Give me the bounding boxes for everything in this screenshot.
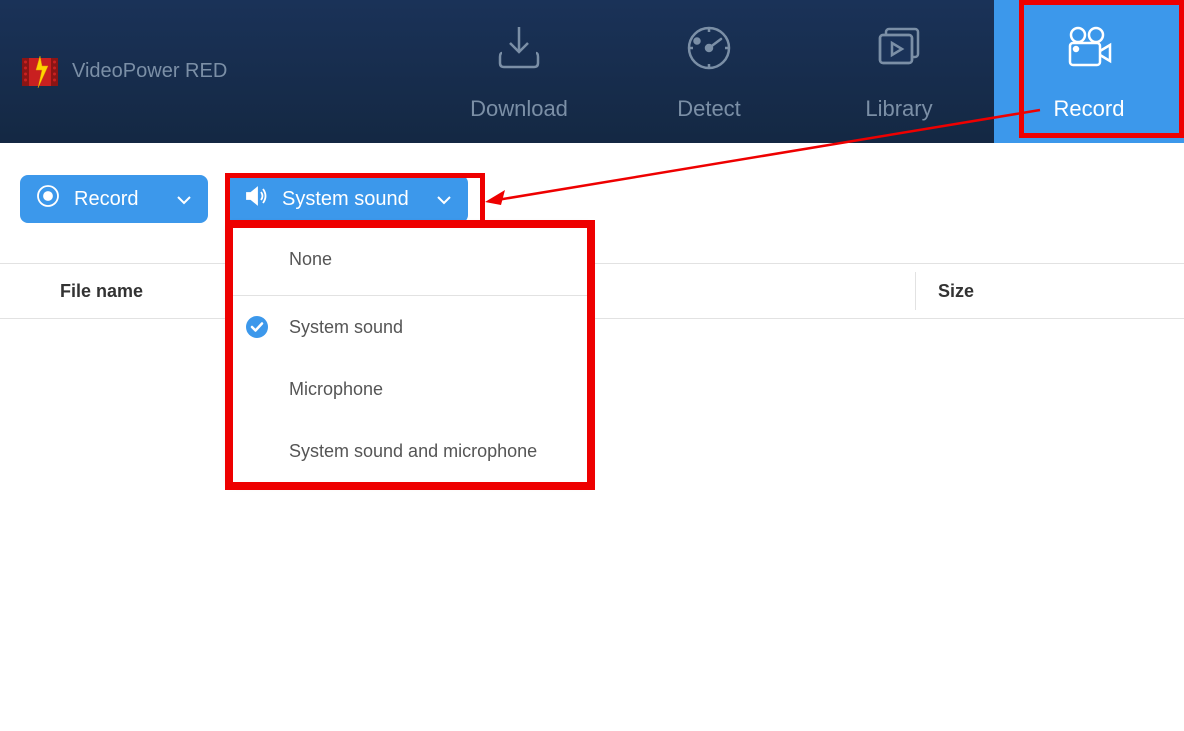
nav-tab-download[interactable]: Download: [424, 0, 614, 143]
chevron-down-icon: [436, 188, 452, 211]
record-button[interactable]: Record: [20, 175, 208, 223]
toolbar: Record System sound: [0, 143, 1184, 223]
dropdown-option-microphone[interactable]: Microphone: [229, 358, 589, 420]
column-size[interactable]: Size: [938, 281, 974, 302]
detect-icon: [682, 21, 736, 80]
nav-tab-label: Library: [865, 96, 932, 122]
nav-tabs: Download Detect: [424, 0, 1184, 143]
nav-tab-record[interactable]: Record: [994, 0, 1184, 143]
record-camera-icon: [1062, 21, 1116, 80]
dropdown-option-system-sound[interactable]: System sound: [229, 296, 589, 358]
sound-dropdown: None System sound Microphone System soun…: [229, 224, 589, 482]
column-filename[interactable]: File name: [60, 281, 143, 302]
dropdown-option-label: None: [289, 249, 332, 270]
app-title: VideoPower RED: [72, 60, 227, 83]
sound-source-button[interactable]: System sound: [228, 175, 468, 223]
nav-tab-library[interactable]: Library: [804, 0, 994, 143]
nav-tab-label: Record: [1054, 96, 1125, 122]
nav-tab-detect[interactable]: Detect: [614, 0, 804, 143]
nav-tab-label: Detect: [677, 96, 741, 122]
dropdown-option-none[interactable]: None: [229, 224, 589, 296]
column-divider: [915, 272, 916, 310]
logo-area: VideoPower RED: [0, 52, 227, 92]
nav-tab-label: Download: [470, 96, 568, 122]
record-button-label: Record: [74, 188, 138, 211]
dropdown-option-label: System sound and microphone: [289, 441, 537, 462]
sound-button-label: System sound: [282, 188, 409, 211]
library-icon: [872, 21, 926, 80]
dropdown-option-label: Microphone: [289, 379, 383, 400]
speaker-icon: [244, 184, 268, 214]
table-header: File name Size: [0, 263, 1184, 319]
record-circle-icon: [36, 184, 60, 214]
app-header: VideoPower RED Download: [0, 0, 1184, 143]
checkmark-icon: [245, 315, 269, 339]
app-logo-icon: [20, 52, 60, 92]
chevron-down-icon: [176, 188, 192, 211]
dropdown-option-system-and-mic[interactable]: System sound and microphone: [229, 420, 589, 482]
download-icon: [492, 21, 546, 80]
dropdown-option-label: System sound: [289, 317, 403, 338]
